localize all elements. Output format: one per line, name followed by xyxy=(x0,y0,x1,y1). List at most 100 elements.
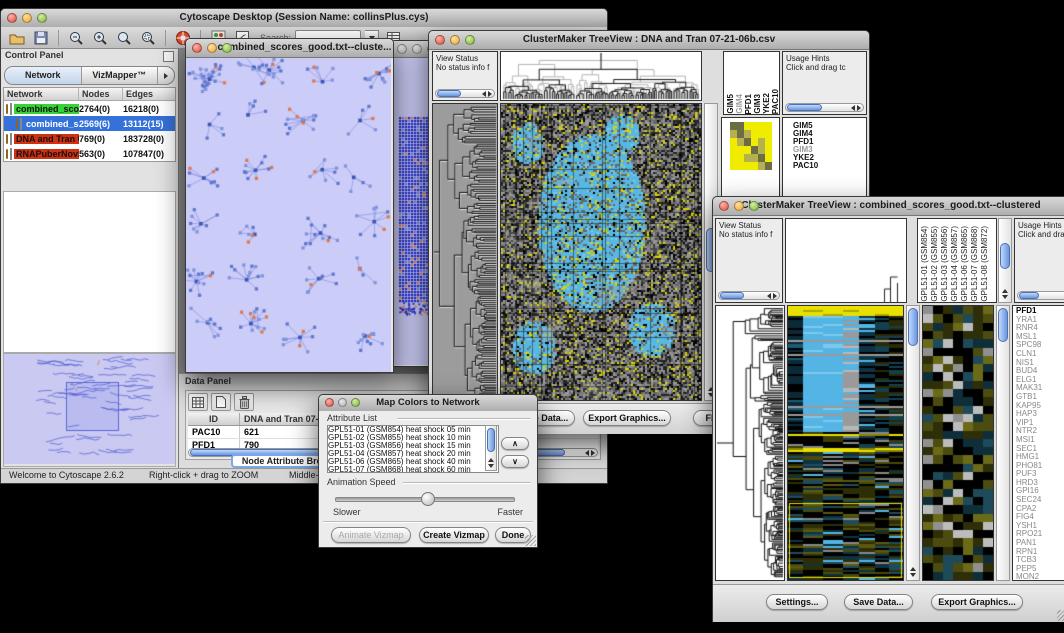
matrix-cell[interactable] xyxy=(751,138,758,146)
matrix-cell[interactable] xyxy=(765,146,772,154)
create-vizmap-button[interactable]: Create Vizmap xyxy=(419,527,489,543)
array-label[interactable]: GPL51-08 (GSM872) xyxy=(980,226,990,302)
matrix-cell[interactable] xyxy=(765,122,772,130)
tv1-column-labels[interactable]: GIM5GIM4PFD1GIM3YKE2PAC10 xyxy=(723,51,780,115)
move-down-button[interactable]: ∨ xyxy=(501,455,529,468)
zoom-button[interactable] xyxy=(465,35,475,45)
view-status-hscrollbar[interactable] xyxy=(435,89,495,98)
export-graphics-button[interactable]: Export Graphics... xyxy=(583,410,671,426)
array-label[interactable]: GPL51-01 (GSM854) xyxy=(920,226,930,302)
close-button[interactable] xyxy=(397,44,407,54)
close-button[interactable] xyxy=(7,13,17,23)
header-network[interactable]: Network xyxy=(4,88,79,100)
open-session-button[interactable] xyxy=(7,29,27,47)
tv1-heatmap[interactable] xyxy=(500,103,702,401)
create-attribute-button[interactable] xyxy=(211,393,231,411)
matrix-cell[interactable] xyxy=(751,162,758,170)
matrix-cell[interactable] xyxy=(737,146,744,154)
matrix-cell[interactable] xyxy=(737,138,744,146)
save-data-button[interactable]: Save Data... xyxy=(844,594,913,610)
close-button[interactable] xyxy=(435,35,445,45)
view-status-hscrollbar[interactable] xyxy=(718,291,780,300)
matrix-cell[interactable] xyxy=(758,154,765,162)
close-button[interactable] xyxy=(192,43,202,53)
tv2-gene-vscrollbar[interactable] xyxy=(996,305,1010,581)
zoom-in-button[interactable] xyxy=(90,29,110,47)
tv2-vscrollbar[interactable] xyxy=(906,305,920,581)
matrix-cell[interactable] xyxy=(758,162,765,170)
tab-vizmapper[interactable]: VizMapper™ xyxy=(82,67,158,84)
slider-thumb[interactable] xyxy=(421,492,435,506)
tv2-column-labels[interactable]: GPL51-01 (GSM854)GPL51-02 (GSM855) GPL51-… xyxy=(917,218,997,303)
zoom-button[interactable] xyxy=(222,43,232,53)
matrix-cell[interactable] xyxy=(737,130,744,138)
array-label[interactable]: GPL51-07 (GSM868) xyxy=(970,226,980,302)
column-label[interactable]: PAC10 xyxy=(771,89,780,114)
birds-eye-canvas[interactable] xyxy=(4,354,176,464)
save-session-button[interactable] xyxy=(31,29,51,47)
matrix-cell[interactable] xyxy=(758,130,765,138)
animate-vizmap-button[interactable]: Animate Vizmap xyxy=(331,527,411,543)
network-row[interactable]: RNAPuberNov2+ 563(0) 107847(0) xyxy=(4,146,175,161)
matrix-cell[interactable] xyxy=(758,146,765,154)
matrix-cell[interactable] xyxy=(730,154,737,162)
tab-network[interactable]: Network xyxy=(5,67,82,84)
matrix-cell[interactable] xyxy=(744,146,751,154)
matrix-cell[interactable] xyxy=(751,122,758,130)
matrix-cell[interactable] xyxy=(765,138,772,146)
tab-overflow-button[interactable] xyxy=(157,67,174,84)
matrix-cell[interactable] xyxy=(765,154,772,162)
column-label[interactable]: PFD1 xyxy=(744,94,753,114)
zoom-button[interactable] xyxy=(37,13,47,23)
matrix-cell[interactable] xyxy=(730,146,737,154)
array-label[interactable]: GPL51-02 (GSM855) xyxy=(930,226,940,302)
column-label[interactable]: YKE2 xyxy=(762,93,771,114)
column-label[interactable]: GIM3 xyxy=(753,94,762,114)
zoom-button[interactable] xyxy=(351,398,360,407)
usage-hints-hscrollbar[interactable] xyxy=(1017,291,1064,300)
matrix-cell[interactable] xyxy=(765,162,772,170)
tv1-row-dendrogram[interactable] xyxy=(432,103,498,401)
delete-attribute-button[interactable] xyxy=(234,393,254,411)
main-titlebar[interactable]: Cytoscape Desktop (Session Name: collins… xyxy=(1,9,607,28)
gene-label[interactable]: MON2 xyxy=(1016,573,1064,581)
attribute-listbox[interactable]: GPL51-01 (GSM854) heat shock 05 minGPL51… xyxy=(327,425,499,473)
matrix-cell[interactable] xyxy=(744,130,751,138)
id-column-header[interactable]: ID xyxy=(188,413,240,425)
matrix-cell[interactable] xyxy=(758,138,765,146)
matrix-cell[interactable] xyxy=(730,130,737,138)
matrix-cell[interactable] xyxy=(730,162,737,170)
matrix-cell[interactable] xyxy=(751,146,758,154)
close-button[interactable] xyxy=(325,398,334,407)
export-graphics-button[interactable]: Export Graphics... xyxy=(931,594,1023,610)
matrix-cell[interactable] xyxy=(737,162,744,170)
tv2-row-dendrogram[interactable] xyxy=(715,305,785,581)
matrix-cell[interactable] xyxy=(765,130,772,138)
tv2-column-dendrogram[interactable] xyxy=(785,218,907,303)
select-attributes-button[interactable] xyxy=(188,393,208,411)
matrix-cell[interactable] xyxy=(751,130,758,138)
network-row[interactable]: combined_sco 2569(6) 13112(15) xyxy=(4,116,175,131)
matrix-cell[interactable] xyxy=(730,138,737,146)
matrix-cell[interactable] xyxy=(744,138,751,146)
matrix-cell[interactable] xyxy=(737,154,744,162)
dialog-titlebar[interactable]: Map Colors to Network xyxy=(319,395,537,412)
tv2-label-vscrollbar[interactable] xyxy=(998,218,1012,303)
matrix-cell[interactable] xyxy=(744,154,751,162)
matrix-cell[interactable] xyxy=(744,122,751,130)
float-panel-icon[interactable] xyxy=(163,51,174,62)
matrix-cell[interactable] xyxy=(744,162,751,170)
resize-grip[interactable] xyxy=(525,535,536,546)
matrix-cell[interactable] xyxy=(737,122,744,130)
minimize-button[interactable] xyxy=(734,201,744,211)
array-label[interactable]: GPL51-06 (GSM865) xyxy=(960,226,970,302)
header-nodes[interactable]: Nodes xyxy=(79,88,123,100)
attribute-list-item[interactable]: GPL51-07 (GSM868) heat shock 60 min xyxy=(328,466,498,473)
settings-button[interactable]: Settings... xyxy=(766,594,828,610)
array-label[interactable]: GPL51-04 (GSM857) xyxy=(950,226,960,302)
correlation-matrix[interactable] xyxy=(730,122,772,170)
zoom-button[interactable] xyxy=(749,201,759,211)
header-edges[interactable]: Edges xyxy=(123,88,175,100)
network-row[interactable]: combined_scores_ 2764(0) 16218(0) xyxy=(4,101,175,116)
close-button[interactable] xyxy=(719,201,729,211)
